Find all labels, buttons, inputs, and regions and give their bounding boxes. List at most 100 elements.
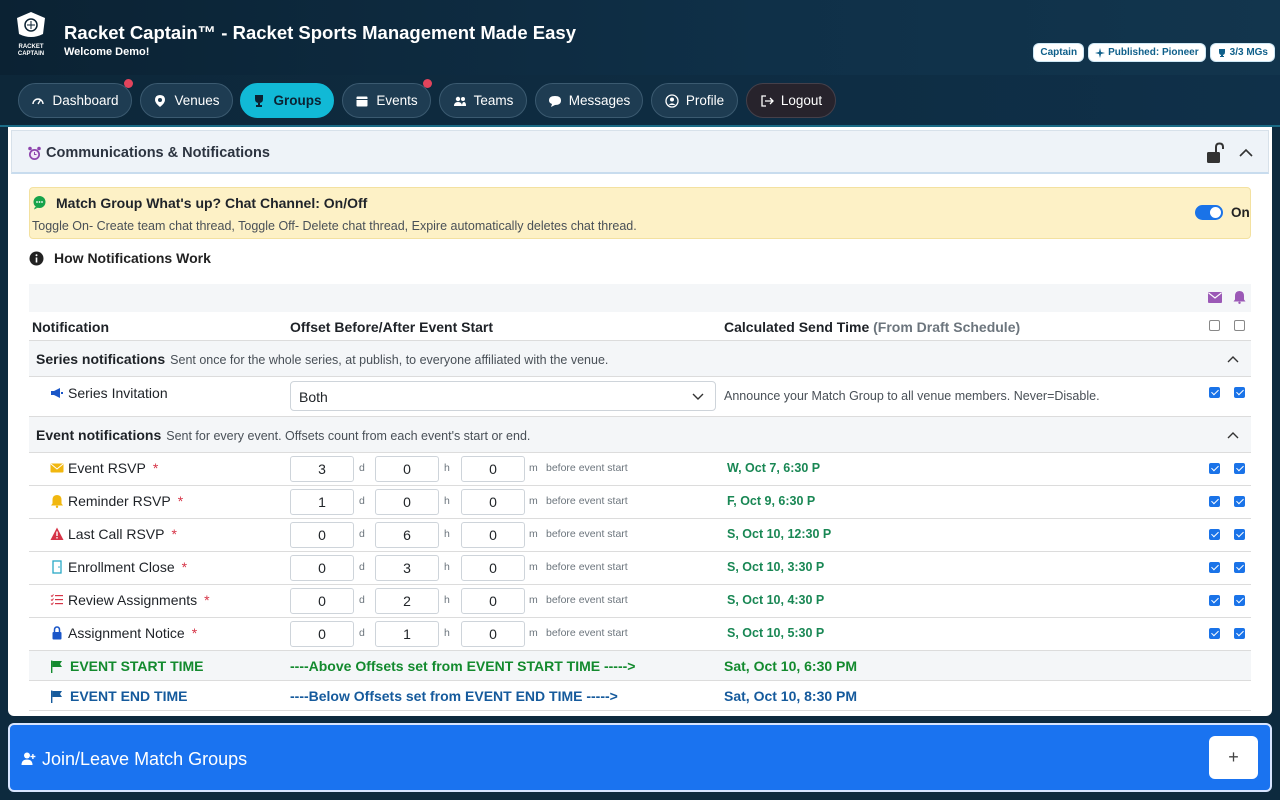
table-header: Notification Offset Before/After Event S…: [29, 312, 1251, 341]
toggle-label: On: [1231, 205, 1250, 220]
notifications-table: Notification Offset Before/After Event S…: [29, 284, 1251, 711]
before-event-start-label: before event start: [546, 528, 628, 540]
hours-input[interactable]: 0: [375, 489, 439, 515]
envelope-icon: [1208, 292, 1222, 303]
chevron-down-icon: [692, 393, 704, 400]
nav-messages[interactable]: Messages: [535, 83, 643, 118]
nav-events[interactable]: Events: [342, 79, 432, 118]
alarm-clock-icon: [28, 146, 41, 160]
how-notifications-work[interactable]: How Notifications Work: [29, 250, 211, 266]
hours-input[interactable]: 0: [375, 456, 439, 482]
hours-unit: h: [444, 627, 450, 639]
hours-unit: h: [444, 594, 450, 606]
info-icon: [29, 251, 44, 265]
trophy-icon: [1218, 48, 1225, 57]
days-unit: d: [359, 495, 365, 507]
series-invitation-select[interactable]: Both: [290, 381, 716, 411]
sparkle-icon: [1095, 47, 1106, 58]
days-unit: d: [359, 627, 365, 639]
megaphone-icon: [51, 388, 63, 398]
nav-profile[interactable]: Profile: [651, 83, 738, 118]
days-unit: d: [359, 462, 365, 474]
calculated-send-time: S, Oct 10, 12:30 P: [727, 527, 832, 541]
chat-channel-toggle[interactable]: [1195, 205, 1223, 220]
days-input[interactable]: 1: [290, 489, 354, 515]
days-input[interactable]: 3: [290, 456, 354, 482]
map-pin-icon: [155, 94, 166, 107]
people-icon: [453, 96, 466, 106]
email-checkbox[interactable]: [1209, 496, 1220, 507]
event-end-time-row: EVENT END TIME ----Below Offsets set fro…: [29, 681, 1251, 711]
review-assignments-row: Review Assignments * 0 d 2 h 0 m before event st…: [29, 585, 1251, 618]
calculated-send-time: S, Oct 10, 3:30 P: [727, 560, 825, 574]
hours-input[interactable]: 6: [375, 522, 439, 548]
hours-input[interactable]: 1: [375, 621, 439, 647]
last-call-rsvp-row: Last Call RSVP * 0 d 6 h 0 m before event start S…: [29, 519, 1251, 552]
calendar-icon: [356, 96, 368, 106]
flag-icon: [51, 690, 62, 703]
chevron-up-icon[interactable]: [1238, 145, 1254, 161]
nav-dashboard[interactable]: Dashboard: [18, 79, 133, 118]
email-checkbox[interactable]: [1209, 628, 1220, 639]
email-checkbox[interactable]: [1209, 529, 1220, 540]
push-checkbox[interactable]: [1234, 562, 1245, 573]
push-checkbox[interactable]: [1234, 387, 1245, 398]
days-input[interactable]: 0: [290, 522, 354, 548]
event-rsvp-row: Event RSVP * 3 d 0 h 0 m before event start W, Oc…: [29, 453, 1251, 486]
event-rows: Event RSVP * 3 d 0 h 0 m before event start W, Oc…: [29, 453, 1251, 651]
published-badge: Published: Pioneer: [1089, 44, 1205, 61]
minutes-unit: m: [529, 627, 538, 639]
event-start-time: Sat, Oct 10, 6:30 PM: [724, 658, 858, 674]
push-checkbox[interactable]: [1234, 463, 1245, 474]
main-nav: Dashboard Venues Groups Events Teams Mes…: [0, 75, 1280, 127]
event-notifications-group[interactable]: Event notifications Sent for every event.…: [29, 417, 1251, 453]
email-checkbox[interactable]: [1209, 595, 1220, 606]
select-all-push-checkbox[interactable]: [1234, 320, 1245, 331]
push-checkbox[interactable]: [1234, 496, 1245, 507]
event-start-time-row: EVENT START TIME ----Above Offsets set f…: [29, 651, 1251, 681]
email-checkbox[interactable]: [1209, 387, 1220, 398]
minutes-input[interactable]: 0: [461, 588, 525, 614]
communications-panel: Communications & Notifications Match Gro…: [8, 127, 1272, 716]
role-badges: Captain Published: Pioneer 3/3 MGs: [1034, 44, 1274, 61]
minutes-input[interactable]: 0: [461, 489, 525, 515]
minutes-input[interactable]: 0: [461, 522, 525, 548]
door-icon: [52, 560, 62, 574]
days-input[interactable]: 0: [290, 555, 354, 581]
nav-logout[interactable]: Logout: [746, 83, 836, 118]
email-checkbox[interactable]: [1209, 463, 1220, 474]
hours-unit: h: [444, 561, 450, 573]
section-header[interactable]: Communications & Notifications: [11, 130, 1269, 174]
nav-groups[interactable]: Groups: [240, 83, 334, 118]
join-leave-match-groups[interactable]: Join/Leave Match Groups +: [8, 723, 1272, 792]
minutes-input[interactable]: 0: [461, 555, 525, 581]
logout-icon: [761, 94, 774, 107]
push-checkbox[interactable]: [1234, 628, 1245, 639]
minutes-input[interactable]: 0: [461, 621, 525, 647]
series-notifications-group[interactable]: Series notifications Sent once for the wh…: [29, 341, 1251, 377]
days-input[interactable]: 0: [290, 621, 354, 647]
hours-input[interactable]: 2: [375, 588, 439, 614]
calculated-send-time: S, Oct 10, 5:30 P: [727, 626, 825, 640]
minutes-input[interactable]: 0: [461, 456, 525, 482]
unlock-icon[interactable]: [1206, 142, 1224, 164]
before-event-start-label: before event start: [546, 594, 628, 606]
flag-icon: [51, 660, 62, 673]
push-checkbox[interactable]: [1234, 595, 1245, 606]
col-offset: Offset Before/After Event Start: [290, 319, 494, 335]
days-input[interactable]: 0: [290, 588, 354, 614]
nav-venues[interactable]: Venues: [140, 83, 233, 118]
add-user-icon: [21, 752, 36, 765]
chevron-up-icon[interactable]: [1227, 430, 1239, 440]
nav-teams[interactable]: Teams: [439, 83, 527, 118]
chevron-up-icon[interactable]: [1227, 354, 1239, 364]
end-offset-note: ----Below Offsets set from EVENT END TIM…: [290, 688, 618, 704]
calculated-send-time: W, Oct 7, 6:30 P: [727, 461, 821, 475]
notification-dot: [124, 79, 133, 88]
select-all-email-checkbox[interactable]: [1209, 320, 1220, 331]
expand-button[interactable]: +: [1209, 736, 1258, 779]
push-checkbox[interactable]: [1234, 529, 1245, 540]
reminder-rsvp-row: Reminder RSVP * 1 d 0 h 0 m before event start F,…: [29, 486, 1251, 519]
hours-input[interactable]: 3: [375, 555, 439, 581]
email-checkbox[interactable]: [1209, 562, 1220, 573]
